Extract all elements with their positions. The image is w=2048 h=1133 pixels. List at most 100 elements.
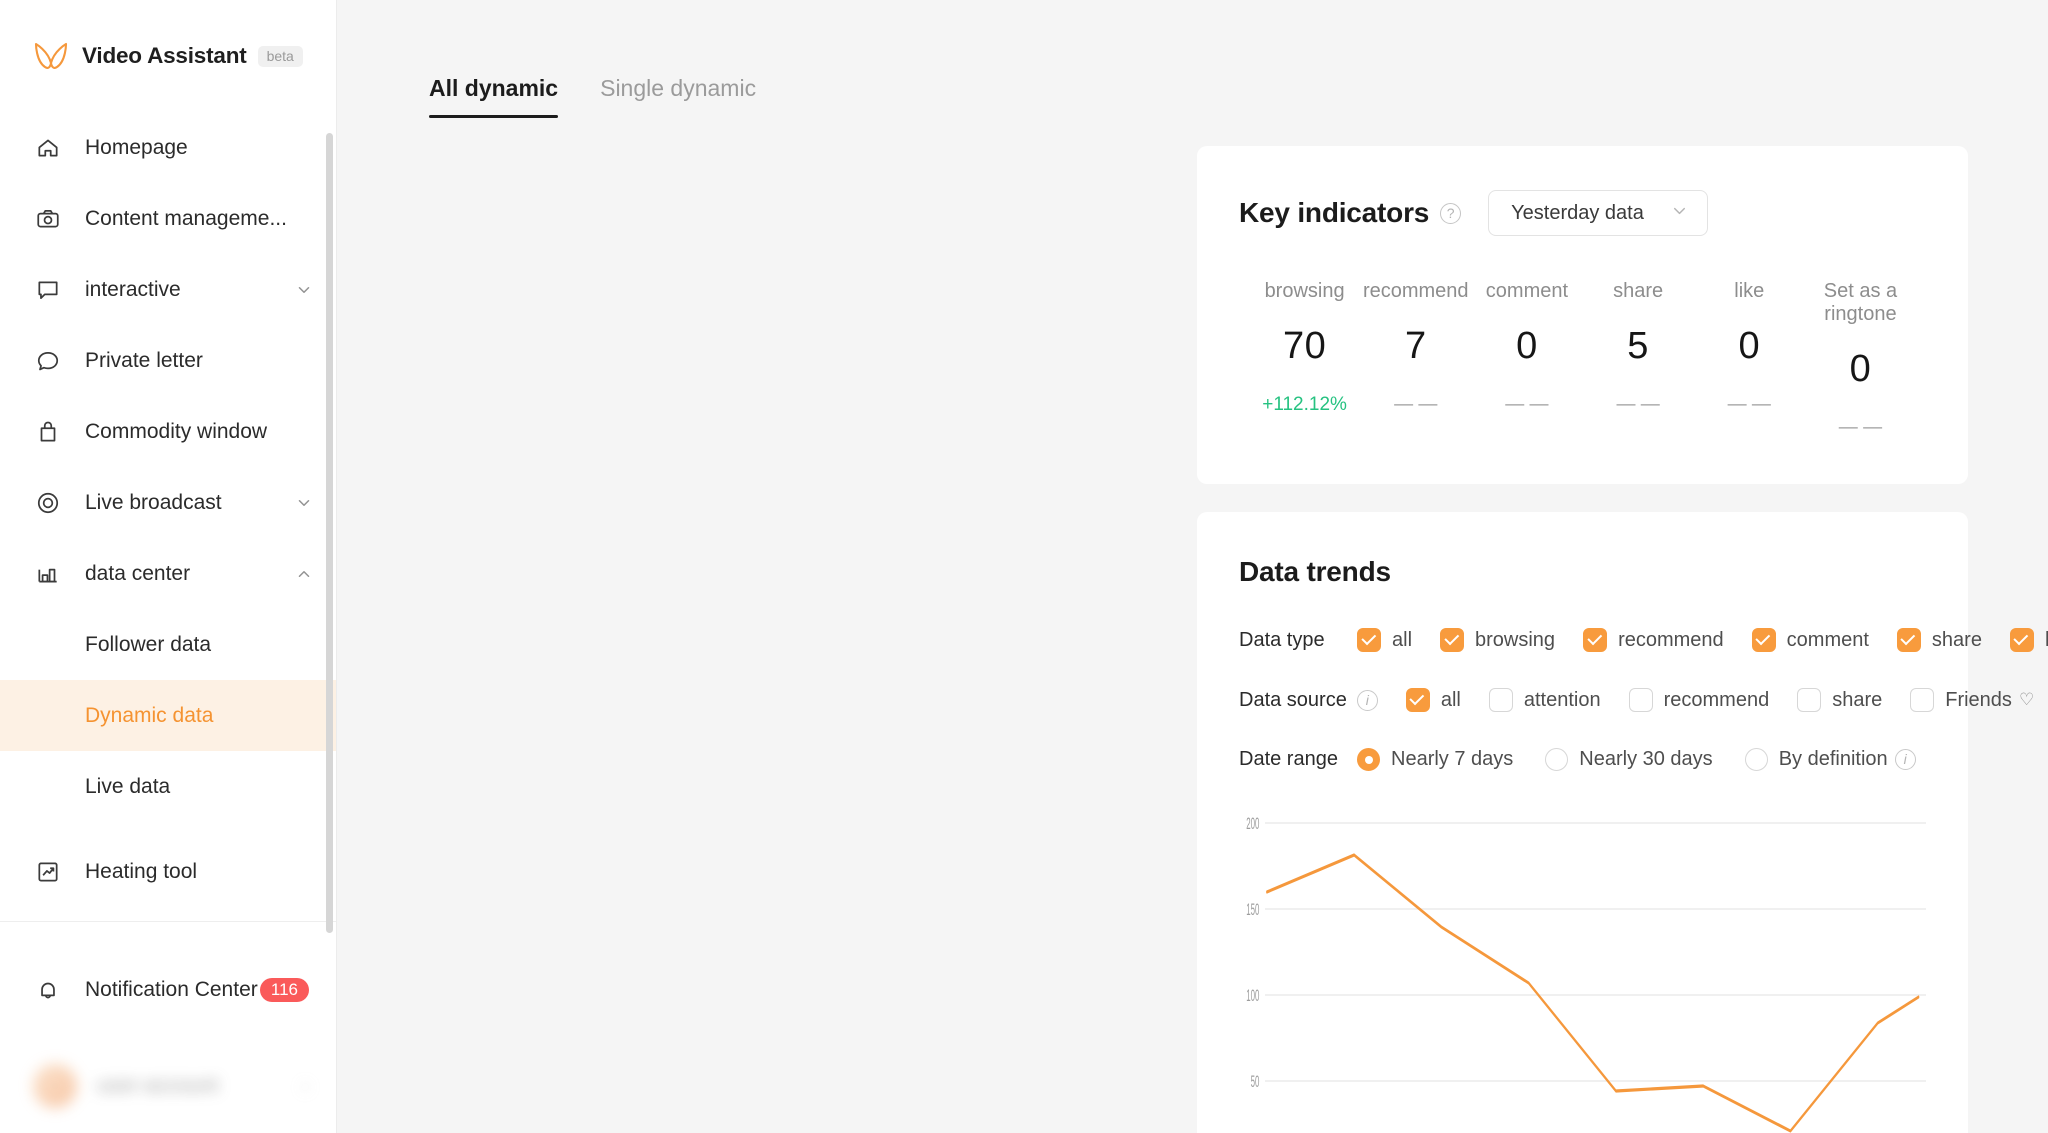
data-trends-header: Data trends <box>1197 512 1968 588</box>
checkbox-data-type-share[interactable]: share <box>1896 628 1982 652</box>
radio-circle[interactable] <box>1545 748 1569 771</box>
kpi-cell: Set as a ringtone 0 — — <box>1805 280 1916 439</box>
app-root: Video Assistant beta Homepage Content ma… <box>0 0 2048 1133</box>
checkbox-data-source-friends[interactable]: Friends ♡ <box>1910 688 2034 712</box>
help-icon[interactable]: ? <box>1440 202 1462 224</box>
checkbox-label: browsing <box>1475 628 1556 651</box>
chevron-right-icon[interactable]: › <box>302 1073 309 1099</box>
kpi-value: 7 <box>1404 325 1427 367</box>
brand-header: Video Assistant beta <box>0 0 337 112</box>
kpi-label: share <box>1613 280 1664 302</box>
kpi-delta: — — <box>1838 417 1883 438</box>
sidebar-item-commodity-window[interactable]: Commodity window <box>0 396 337 467</box>
sidebar-subitem-live-data[interactable]: Live data <box>0 751 337 822</box>
checkbox-data-type-browsing[interactable]: browsing <box>1440 628 1555 652</box>
sidebar-item-label: Content manageme... <box>85 206 287 230</box>
kpi-cell: like 0 — — <box>1694 280 1805 439</box>
bell-icon <box>33 976 62 1005</box>
data-trends-card: Data trends Data type all browsing recom… <box>1197 512 2048 1133</box>
sidebar-item-private-letter[interactable]: Private letter <box>0 325 337 396</box>
checkbox-box[interactable] <box>1357 628 1381 652</box>
chevron-down-icon[interactable] <box>295 494 313 512</box>
sidebar-nav: Homepage Content manageme... interactive… <box>0 112 337 942</box>
y-tick-200: 200 <box>1246 814 1259 833</box>
sidebar-item-label: Live broadcast <box>85 490 222 514</box>
checkbox-data-type-recommend[interactable]: recommend <box>1583 628 1724 652</box>
checkbox-data-source-all[interactable]: all <box>1405 688 1461 712</box>
checkbox-box[interactable] <box>2009 628 2034 652</box>
brand-name: Video Assistant <box>82 43 247 68</box>
checkbox-box[interactable] <box>1488 688 1513 712</box>
avatar <box>33 1063 77 1108</box>
sidebar-scrollbar[interactable] <box>326 133 333 933</box>
info-icon[interactable]: i <box>1356 689 1378 711</box>
sidebar-item-homepage[interactable]: Homepage <box>0 112 337 183</box>
checkbox-data-type-all[interactable]: all <box>1357 628 1412 652</box>
sidebar-item-interactive[interactable]: interactive <box>0 254 337 325</box>
kpi-value: 5 <box>1627 325 1649 367</box>
radio-label: Nearly 30 days <box>1579 748 1713 770</box>
kpi-value: 70 <box>1282 325 1327 367</box>
checkbox-data-source-recommend[interactable]: recommend <box>1628 688 1769 712</box>
radio-nearly-30-days[interactable]: Nearly 30 days <box>1545 748 1713 771</box>
checkbox-box[interactable] <box>1405 688 1430 712</box>
radio-by-definition[interactable]: By definition i <box>1744 748 1916 771</box>
checkbox-label: Friends <box>1945 688 2012 711</box>
kpi-cell: comment 0 — — <box>1471 280 1582 439</box>
sidebar-item-content-management[interactable]: Content manageme... <box>0 183 337 254</box>
radio-nearly-7-days[interactable]: Nearly 7 days <box>1357 748 1513 771</box>
sidebar-subitem-label: Follower data <box>85 632 212 656</box>
radio-circle[interactable] <box>1357 748 1380 771</box>
checkbox-data-source-attention[interactable]: attention <box>1488 688 1601 712</box>
radio-circle[interactable] <box>1744 748 1768 771</box>
sidebar-item-live-broadcast[interactable]: Live broadcast <box>0 467 337 538</box>
sidebar-item-label: Homepage <box>85 135 188 159</box>
kpi-row: browsing 70 +112.12% recommend 7 — — com… <box>1197 236 1968 439</box>
date-range-options: Nearly 7 days Nearly 30 days By definiti… <box>1357 748 1948 771</box>
checkbox-box[interactable] <box>1797 688 1822 712</box>
checkbox-box[interactable] <box>1440 628 1465 652</box>
data-source-options: all attention recommend share Friends ♡ <box>1405 688 2048 712</box>
checkbox-data-type-like[interactable]: like <box>2009 628 2048 652</box>
account-switcher[interactable]: user-account › <box>0 1038 337 1133</box>
tab-single-dynamic[interactable]: Single dynamic <box>600 75 756 118</box>
account-name: user-account <box>97 1073 219 1097</box>
kpi-label: Set as a ringtone <box>1823 280 1898 325</box>
date-range-filter-row: Date range Nearly 7 days Nearly 30 days … <box>1197 748 1968 771</box>
main-content: All dynamic Single dynamic Key indicator… <box>337 0 2048 1133</box>
chevron-down-icon <box>1670 201 1689 226</box>
checkbox-box[interactable] <box>1751 628 1776 652</box>
sidebar-item-label: interactive <box>85 277 181 301</box>
sidebar-item-notification-center[interactable]: Notification Center 116 <box>0 942 337 1038</box>
checkbox-box[interactable] <box>1910 688 1935 712</box>
tab-all-dynamic[interactable]: All dynamic <box>429 75 559 118</box>
checkbox-box[interactable] <box>1896 628 1921 652</box>
chevron-down-icon[interactable] <box>295 281 313 299</box>
checkbox-data-source-share[interactable]: share <box>1797 688 1882 712</box>
chevron-up-icon[interactable] <box>295 565 313 583</box>
sidebar-subitem-follower-data[interactable]: Follower data <box>0 609 337 680</box>
data-source-filter-row: Data source i all attention recommend sh… <box>1197 688 2034 712</box>
shopping-bag-icon <box>33 417 62 446</box>
camera-icon <box>33 204 62 233</box>
checkbox-box[interactable] <box>1628 688 1653 712</box>
checkbox-label: recommend <box>1618 628 1724 651</box>
kpi-delta: — — <box>1394 394 1438 415</box>
kpi-delta: — — <box>1616 394 1660 415</box>
chart-line-browsing <box>1266 853 1920 1133</box>
kpi-label: comment <box>1485 280 1569 302</box>
checkbox-box[interactable] <box>1583 628 1608 652</box>
sidebar-subitem-dynamic-data[interactable]: Dynamic data <box>0 680 337 751</box>
data-source-label: Data source <box>1239 688 1347 711</box>
data-trends-title: Data trends <box>1239 556 1391 587</box>
info-icon[interactable]: i <box>1894 749 1916 770</box>
sidebar-item-label: Commodity window <box>85 419 268 443</box>
period-select[interactable]: Yesterday data <box>1488 190 1708 236</box>
chat-bubble-icon <box>33 346 62 375</box>
sidebar-item-data-center[interactable]: data center <box>0 538 337 609</box>
kpi-value: 0 <box>1738 325 1761 367</box>
checkbox-data-type-comment[interactable]: comment <box>1751 628 1869 652</box>
sidebar-item-heating-tool[interactable]: Heating tool <box>0 836 337 907</box>
checkbox-label: attention <box>1523 688 1601 711</box>
y-tick-50: 50 <box>1251 1072 1260 1091</box>
